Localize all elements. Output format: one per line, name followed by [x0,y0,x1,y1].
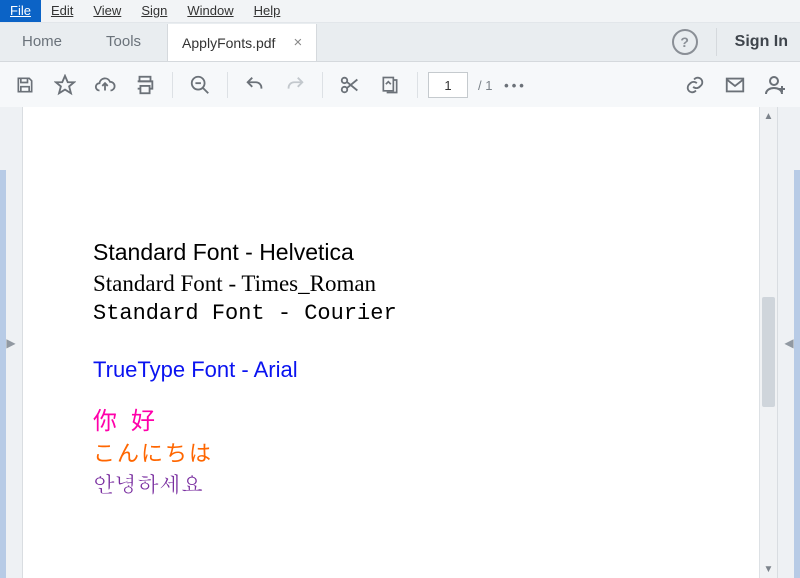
redo-icon[interactable] [278,68,312,102]
page-number-input[interactable] [428,72,468,98]
tab-home[interactable]: Home [0,23,84,61]
menu-view[interactable]: View [83,0,131,22]
menu-file[interactable]: File [0,0,41,22]
scissors-icon[interactable] [333,68,367,102]
chevron-left-icon: ◀ [784,336,793,350]
close-tab-icon[interactable]: × [293,35,302,50]
email-icon[interactable] [718,68,752,102]
text-chinese: 你 好 [93,406,397,438]
help-icon[interactable]: ? [672,29,698,55]
sign-in-button[interactable]: Sign In [735,33,788,51]
page-organize-icon[interactable] [373,68,407,102]
zoom-out-icon[interactable] [183,68,217,102]
toolbar-separator [322,72,323,98]
undo-icon[interactable] [238,68,272,102]
menu-help[interactable]: Help [244,0,291,22]
toolbar: / 1 ••• [0,62,800,109]
document-tab-title: ApplyFonts.pdf [182,35,275,51]
pdf-page: Standard Font - Helvetica Standard Font … [23,107,760,578]
text-arial: TrueType Font - Arial [93,355,397,385]
chevron-right-icon: ▶ [6,336,15,350]
menu-window[interactable]: Window [177,0,243,22]
star-icon[interactable] [48,68,82,102]
window-shadow-right [794,170,800,578]
cloud-upload-icon[interactable] [88,68,122,102]
vertical-scrollbar[interactable]: ▲ ▼ [759,107,777,578]
menu-sign[interactable]: Sign [131,0,177,22]
scroll-down-icon[interactable]: ▼ [760,560,777,578]
scrollbar-thumb[interactable] [762,297,775,407]
text-courier: Standard Font - Courier [93,299,397,329]
scroll-up-icon[interactable]: ▲ [760,107,777,125]
window-shadow-left [0,170,6,578]
separator [716,28,717,56]
text-japanese: こんにちは [93,439,397,469]
document-viewport: ▶ Standard Font - Helvetica Standard Fon… [0,107,800,578]
more-tools-icon[interactable]: ••• [498,68,532,102]
top-tabs: Home Tools ApplyFonts.pdf × ? Sign In [0,23,800,62]
toolbar-separator [417,72,418,98]
document-scroll-area[interactable]: Standard Font - Helvetica Standard Font … [23,107,777,578]
add-account-icon[interactable] [758,68,792,102]
save-icon[interactable] [8,68,42,102]
print-icon[interactable] [128,68,162,102]
menu-edit[interactable]: Edit [41,0,83,22]
menu-bar: File Edit View Sign Window Help [0,0,800,23]
text-times: Standard Font - Times_Roman [93,268,397,299]
toolbar-separator [172,72,173,98]
document-tab[interactable]: ApplyFonts.pdf × [167,24,317,61]
tab-tools[interactable]: Tools [84,23,163,61]
text-korean: 안녕하세요 [93,469,397,499]
page-total-label: / 1 [478,78,492,93]
text-helvetica: Standard Font - Helvetica [93,237,397,268]
link-icon[interactable] [678,68,712,102]
toolbar-separator [227,72,228,98]
